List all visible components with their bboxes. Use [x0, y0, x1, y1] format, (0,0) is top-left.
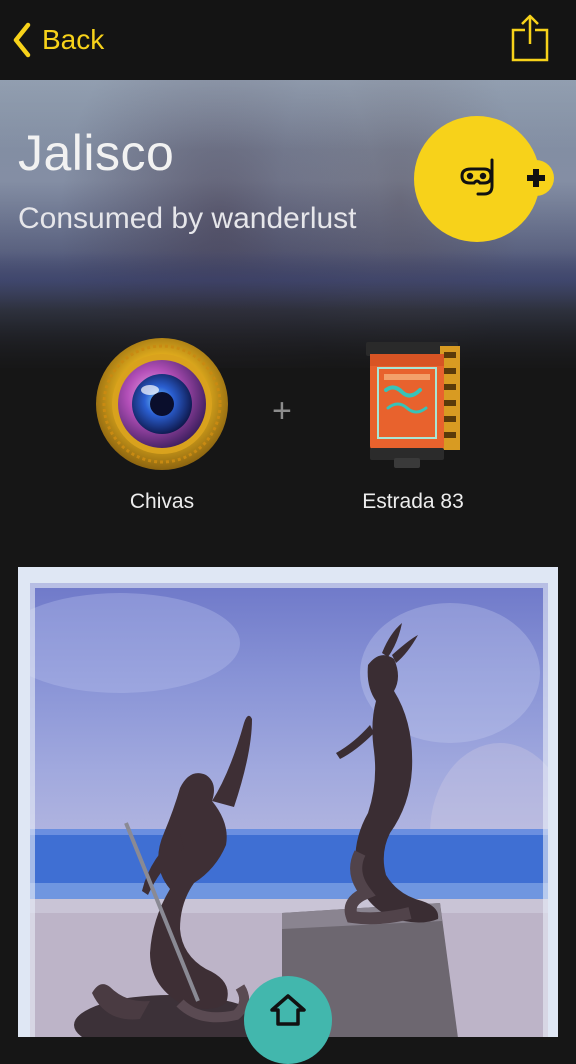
home-button[interactable]: [244, 976, 332, 1064]
nav-bar: Back: [0, 0, 576, 80]
camera-lens-icon: [96, 338, 228, 470]
film-label: Estrada 83: [362, 490, 464, 513]
home-icon: [270, 994, 306, 1026]
page-subtitle: Consumed by wanderlust: [18, 202, 357, 235]
lens-label: Chivas: [129, 490, 195, 513]
back-label: Back: [42, 24, 105, 55]
film-canister-icon: [366, 342, 460, 468]
film-estrada-83[interactable]: [362, 338, 462, 470]
back-button[interactable]: Back: [12, 20, 104, 60]
equipment-combo: + Chivas Estrada 83: [0, 336, 576, 536]
plus-icon: [527, 169, 545, 187]
hero-haze: [0, 250, 576, 310]
lens-chivas[interactable]: [94, 336, 230, 472]
add-button[interactable]: [518, 160, 554, 196]
photo-card[interactable]: [18, 567, 558, 1037]
share-icon: [511, 14, 549, 62]
chevron-left-icon: [13, 22, 31, 58]
photo-image: [30, 583, 548, 1037]
snorkel-mask-icon: [460, 158, 494, 196]
hero-banner: Jalisco Consumed by wanderlust: [0, 80, 576, 368]
share-button[interactable]: [508, 12, 552, 64]
plus-separator: +: [272, 392, 292, 430]
page-title: Jalisco: [18, 125, 175, 181]
mermaid-statue-photo: [30, 583, 548, 1037]
